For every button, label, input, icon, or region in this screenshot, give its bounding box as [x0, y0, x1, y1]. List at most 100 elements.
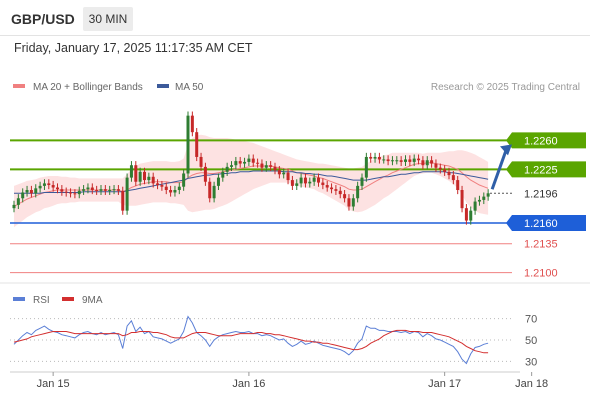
candle-body	[160, 185, 164, 187]
minor-level-label: 1.2135	[524, 239, 558, 251]
candle-body	[156, 183, 160, 186]
candle-body	[460, 190, 464, 209]
candle-body	[256, 162, 260, 164]
support-label: 1.2160	[524, 218, 558, 230]
candle-body	[430, 160, 434, 164]
candle-body	[425, 160, 429, 166]
candle-body	[82, 189, 86, 191]
candle-body	[343, 194, 347, 199]
candle-body	[325, 185, 329, 188]
candle-body	[377, 156, 381, 160]
candle-body	[221, 171, 225, 178]
candle-body	[290, 180, 294, 186]
candle-body	[121, 190, 125, 211]
rsi-legend-label: RSI	[33, 295, 50, 306]
candle-body	[469, 210, 473, 221]
price-chart: MA 20 + Bollinger Bands MA 50 Research © 2…	[0, 82, 590, 390]
candle-body	[273, 166, 277, 171]
rsi-legend-swatch	[13, 297, 25, 301]
candle-body	[260, 163, 264, 168]
candle-body	[12, 204, 16, 209]
minor-level-label: 1.2100	[524, 268, 558, 280]
candle-body	[486, 193, 490, 197]
candle-body	[186, 115, 190, 174]
candle-body	[234, 161, 238, 166]
candle-body	[108, 190, 112, 191]
candle-body	[199, 156, 203, 167]
candle-body	[443, 169, 447, 172]
candle-body	[247, 158, 251, 162]
x-tick-label: Jan 18	[515, 378, 548, 390]
candle-body	[42, 183, 46, 186]
candle-body	[116, 189, 120, 191]
candle-body	[182, 173, 186, 187]
candle-body	[25, 190, 29, 193]
attribution: Research © 2025 Trading Central	[431, 82, 580, 93]
candle-body	[195, 132, 199, 157]
candle-body	[177, 186, 181, 190]
resistance-label: 1.2260	[524, 135, 558, 147]
candle-body	[351, 198, 355, 207]
candle-body	[95, 190, 99, 191]
candle-body	[86, 187, 90, 190]
candle-body	[338, 190, 342, 195]
candle-body	[308, 181, 312, 184]
candle-body	[334, 189, 338, 191]
candle-body	[447, 171, 451, 176]
candle-body	[29, 190, 33, 194]
candle-body	[73, 193, 77, 195]
candle-body	[164, 186, 168, 190]
rsi-tick-label: 30	[525, 356, 537, 368]
candle-body	[373, 156, 377, 159]
candle-body	[386, 159, 390, 162]
candle-body	[129, 165, 133, 178]
ma20-legend-swatch	[13, 84, 25, 88]
candle-body	[47, 183, 51, 186]
candle-body	[473, 201, 477, 211]
candle-body	[395, 160, 399, 162]
candle-body	[264, 165, 268, 168]
candle-body	[212, 185, 216, 199]
candle-body	[412, 158, 416, 162]
candle-body	[434, 163, 438, 168]
candle-body	[56, 187, 59, 190]
candle-body	[173, 190, 177, 193]
candle-body	[417, 158, 421, 161]
candle-body	[438, 167, 442, 170]
candle-body	[16, 198, 20, 205]
x-tick-label: Jan 17	[428, 378, 461, 390]
candle-body	[299, 177, 303, 184]
candle-body	[477, 199, 481, 202]
candle-body	[451, 175, 455, 181]
ma20-legend-label: MA 20 + Bollinger Bands	[33, 82, 143, 93]
candle-body	[282, 172, 286, 175]
x-tick-label: Jan 15	[37, 378, 70, 390]
candle-body	[225, 166, 229, 172]
candle-body	[21, 192, 25, 199]
ma50-legend-label: MA 50	[175, 82, 204, 93]
candle-body	[77, 190, 81, 195]
candle-body	[243, 161, 247, 164]
candle-body	[330, 187, 334, 190]
rsi-ma-line	[13, 329, 489, 354]
candle-body	[238, 161, 242, 164]
candle-body	[464, 208, 468, 221]
candle-body	[360, 177, 364, 186]
candle-body	[408, 159, 412, 162]
candle-body	[112, 189, 116, 191]
candle-body	[125, 177, 129, 211]
candle-body	[190, 115, 194, 133]
candle-body	[143, 171, 146, 181]
candle-body	[382, 159, 386, 161]
candle-body	[369, 156, 373, 159]
bollinger-band	[14, 134, 489, 228]
candle-body	[347, 198, 351, 207]
candle-body	[69, 192, 73, 194]
candle-body	[151, 176, 155, 184]
candle-body	[295, 183, 299, 186]
candle-body	[51, 185, 55, 188]
rsi-tick-label: 50	[525, 335, 537, 347]
candle-body	[317, 177, 320, 183]
candle-body	[456, 180, 460, 190]
current-price-label: 1.2196	[524, 188, 558, 200]
